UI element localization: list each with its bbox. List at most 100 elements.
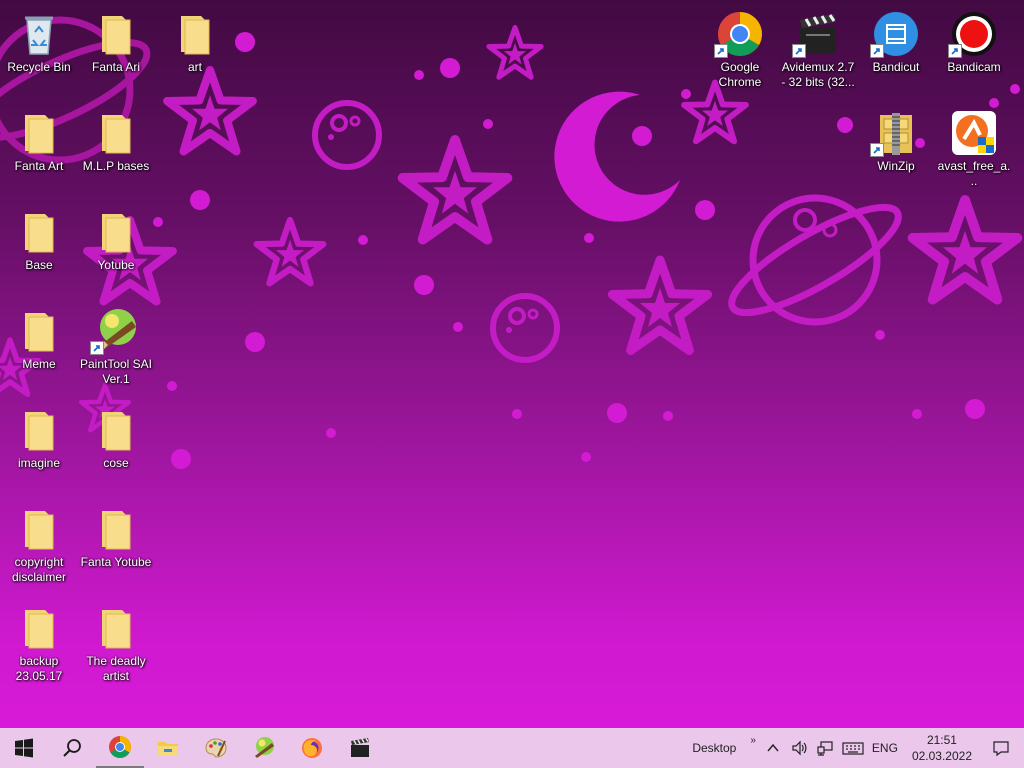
clapperboard-icon bbox=[351, 738, 369, 757]
speaker-icon bbox=[792, 740, 807, 756]
folder-icon bbox=[92, 505, 140, 553]
taskbar-paint[interactable] bbox=[192, 728, 240, 768]
search-button[interactable] bbox=[48, 728, 96, 768]
taskbar-file-explorer[interactable] bbox=[144, 728, 192, 768]
desktop-icon-label: Fanta Art bbox=[14, 159, 64, 173]
desktop-icon-fanta-art[interactable]: Fanta Art bbox=[1, 109, 77, 174]
folder-icon bbox=[92, 604, 140, 652]
chrome-icon bbox=[714, 10, 764, 58]
desktop-icon-imagine[interactable]: imagine bbox=[1, 406, 77, 471]
clock[interactable]: 21:51 02.03.2022 bbox=[902, 732, 982, 764]
desktop-icon-fanta-yotube[interactable]: Fanta Yotube bbox=[78, 505, 154, 570]
folder-icon bbox=[171, 10, 219, 58]
desktop-icon-label: art bbox=[187, 60, 202, 74]
desktop-icon-label: Fanta Ari bbox=[91, 60, 141, 74]
painttool-sai-icon bbox=[90, 307, 140, 355]
chevron-up-icon bbox=[767, 743, 779, 752]
desktop-icon-label: Base bbox=[25, 258, 53, 272]
desktop-icon-avast[interactable]: avast_free_a... bbox=[936, 109, 1012, 189]
desktop-icon-fanta-ari[interactable]: Fanta Ari bbox=[78, 10, 154, 75]
action-center-button[interactable] bbox=[982, 728, 1024, 768]
desktop-icon-label: WinZip bbox=[877, 159, 915, 173]
network-icon bbox=[817, 741, 833, 756]
folder-icon bbox=[15, 208, 63, 256]
desktop-icon-recycle-bin[interactable]: Recycle Bin bbox=[1, 10, 77, 75]
windows-start-icon bbox=[15, 738, 33, 758]
desktop-icon-label: Avidemux 2.7 - 32 bits (32... bbox=[781, 60, 855, 89]
desktop-icon-label: Recycle Bin bbox=[7, 60, 71, 74]
taskbar-chrome[interactable] bbox=[96, 728, 144, 768]
desktop-icon-backup[interactable]: backup 23.05.17 bbox=[1, 604, 77, 684]
desktop-icon-winzip[interactable]: WinZip bbox=[858, 109, 934, 174]
bandicam-icon bbox=[948, 10, 998, 58]
paint-palette-icon bbox=[205, 738, 227, 758]
desktop-icon-label: imagine bbox=[17, 456, 61, 470]
folder-icon bbox=[15, 604, 63, 652]
desktop-icon-cose[interactable]: cose bbox=[78, 406, 154, 471]
folder-icon bbox=[92, 10, 140, 58]
desktop-icon-art[interactable]: art bbox=[157, 10, 233, 75]
desktop-icon-label: backup 23.05.17 bbox=[15, 654, 63, 683]
avast-installer-icon bbox=[950, 109, 998, 157]
shortcut-arrow-icon bbox=[714, 44, 728, 58]
painttool-sai-icon bbox=[255, 737, 274, 758]
desktop-icon-painttool-sai[interactable]: PaintTool SAI Ver.1 bbox=[78, 307, 154, 387]
desktop-icon-meme[interactable]: Meme bbox=[1, 307, 77, 372]
desktop-icon-copyright-disclaimer[interactable]: copyright disclaimer bbox=[1, 505, 77, 585]
taskbar-avidemux[interactable] bbox=[336, 728, 384, 768]
folder-icon bbox=[92, 406, 140, 454]
taskbar: Desktop » ENG 21:51 02.03.2022 bbox=[0, 728, 1024, 768]
shortcut-arrow-icon bbox=[792, 44, 806, 58]
desktop[interactable]: Recycle Bin Fanta Art Base Meme imagine … bbox=[0, 0, 1024, 728]
desktop-icon-the-deadly-artist[interactable]: The deadly artist bbox=[78, 604, 154, 684]
desktop-icon-label: PaintTool SAI Ver.1 bbox=[79, 357, 153, 386]
desktop-icon-label: avast_free_a... bbox=[937, 159, 1011, 188]
desktop-toolbar[interactable]: Desktop » bbox=[688, 728, 760, 768]
desktop-icon-bandicam[interactable]: Bandicam bbox=[936, 10, 1012, 75]
desktop-icon-avidemux[interactable]: Avidemux 2.7 - 32 bits (32... bbox=[780, 10, 856, 90]
search-icon bbox=[63, 739, 81, 757]
firefox-icon bbox=[302, 738, 322, 758]
desktop-icon-bandicut[interactable]: Bandicut bbox=[858, 10, 934, 75]
desktop-icon-label: cose bbox=[103, 456, 129, 470]
shortcut-arrow-icon bbox=[870, 44, 884, 58]
show-hidden-icons-button[interactable] bbox=[760, 728, 786, 768]
desktop-icon-mlp-bases[interactable]: M.L.P bases bbox=[78, 109, 154, 174]
recycle-bin-icon bbox=[15, 10, 63, 58]
keyboard-icon bbox=[842, 742, 864, 755]
shortcut-arrow-icon bbox=[90, 341, 104, 355]
network-button[interactable] bbox=[812, 728, 838, 768]
input-language-button[interactable]: ENG bbox=[868, 728, 902, 768]
folder-icon bbox=[15, 109, 63, 157]
taskbar-painttool-sai[interactable] bbox=[240, 728, 288, 768]
desktop-icon-yotube[interactable]: Yotube bbox=[78, 208, 154, 273]
desktop-icon-label: Bandicut bbox=[872, 60, 920, 74]
start-button[interactable] bbox=[0, 728, 48, 768]
folder-icon bbox=[15, 406, 63, 454]
bandicut-icon bbox=[870, 10, 920, 58]
language-indicator: ENG bbox=[871, 741, 898, 755]
touch-keyboard-button[interactable] bbox=[838, 728, 868, 768]
desktop-icon-label: M.L.P bases bbox=[82, 159, 150, 173]
system-tray: Desktop » ENG 21:51 02.03.2022 bbox=[688, 728, 1024, 768]
clapperboard-icon bbox=[792, 10, 842, 58]
desktop-icon-label: Google Chrome bbox=[718, 60, 762, 89]
desktop-icon-base[interactable]: Base bbox=[1, 208, 77, 273]
shortcut-arrow-icon bbox=[870, 143, 884, 157]
desktop-icon-label: Meme bbox=[22, 357, 56, 371]
clock-time: 21:51 bbox=[926, 733, 957, 747]
notification-icon bbox=[993, 741, 1009, 757]
desktop-icon-label: Fanta Yotube bbox=[80, 555, 152, 569]
folder-icon bbox=[15, 307, 63, 355]
desktop-icon-label: The deadly artist bbox=[86, 654, 146, 683]
file-explorer-icon bbox=[158, 742, 178, 756]
folder-icon bbox=[92, 109, 140, 157]
toolbar-chevron: » bbox=[750, 734, 756, 746]
taskbar-firefox[interactable] bbox=[288, 728, 336, 768]
desktop-icon-label: copyright disclaimer bbox=[11, 555, 66, 584]
desktop-icon-label: Yotube bbox=[97, 258, 135, 272]
winzip-icon bbox=[870, 109, 920, 157]
desktop-icon-google-chrome[interactable]: Google Chrome bbox=[702, 10, 778, 90]
desktop-toolbar-label: Desktop bbox=[692, 741, 737, 755]
volume-button[interactable] bbox=[786, 728, 812, 768]
